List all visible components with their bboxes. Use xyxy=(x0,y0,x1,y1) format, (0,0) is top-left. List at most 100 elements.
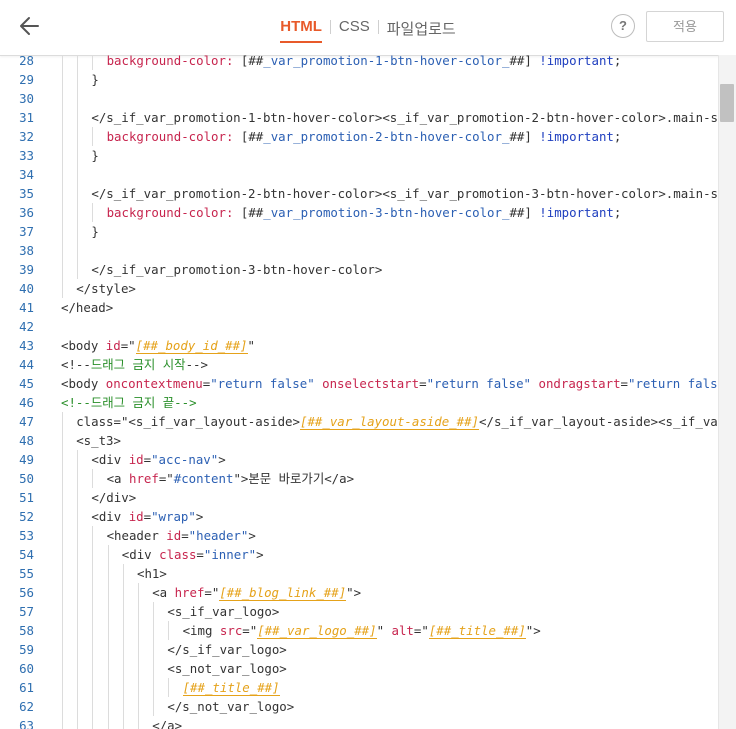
code-token: <div xyxy=(121,547,160,562)
code-token: "return fals xyxy=(628,376,718,391)
code-token: > xyxy=(256,547,264,562)
code-token: id xyxy=(166,528,182,543)
code-line: 47 class="<s_if_var_layout-aside>[##_var_… xyxy=(0,412,718,431)
code-token: =" xyxy=(204,585,220,600)
line-number: 58 xyxy=(19,623,34,638)
line-number: 42 xyxy=(19,319,34,334)
line-number: 33 xyxy=(19,148,34,163)
code-token: ##] xyxy=(509,129,540,144)
code-token: > xyxy=(195,509,204,524)
code-area[interactable]: 28 background-color: [##_var_promotion-1-… xyxy=(0,55,718,729)
code-token: href xyxy=(174,585,205,600)
code-text: <!--드래그 금지 끝--> xyxy=(61,393,197,412)
code-text: <s_if_var_logo> xyxy=(167,602,279,621)
scrollbar-thumb[interactable] xyxy=(720,84,734,122)
code-token: </s_not_var_logo> xyxy=(167,699,295,714)
code-token: class="<s_if_var_layout-aside> xyxy=(76,414,300,429)
code-token: <div xyxy=(91,509,129,524)
tab-divider xyxy=(377,20,379,34)
code-token: background-color: xyxy=(106,205,241,220)
code-token: [##_var_layout-aside_##] xyxy=(299,414,480,430)
code-token: alt xyxy=(391,623,414,638)
code-token: ; xyxy=(613,129,622,144)
code-token: = xyxy=(419,376,427,391)
code-line: 37} xyxy=(0,222,718,241)
code-line: 61 [##_title_##] xyxy=(0,678,718,697)
code-token: " xyxy=(376,623,392,638)
editor-header: HTML CSS 파일업로드 ? 적용 xyxy=(0,0,736,56)
code-token: ; xyxy=(613,205,622,220)
code-text: } xyxy=(91,70,98,89)
code-token: > xyxy=(248,528,256,543)
code-text: </s_if_var_logo> xyxy=(167,640,286,659)
code-line: 34 xyxy=(0,165,718,184)
code-token: --> xyxy=(185,357,208,372)
code-token: <!-- xyxy=(61,357,91,372)
code-line: 52 <div id="wrap"> xyxy=(0,507,718,526)
code-line: 44 <!--드래그 금지 시작--> xyxy=(0,355,718,374)
code-token: !important xyxy=(539,205,614,220)
help-icon[interactable]: ? xyxy=(611,14,635,38)
tab-file-upload[interactable]: 파일업로드 xyxy=(387,18,456,45)
code-line: 30 xyxy=(0,89,718,108)
code-token: <body xyxy=(61,376,106,391)
code-line: 53 <header id="header"> xyxy=(0,526,718,545)
code-token: ##] xyxy=(509,205,540,220)
code-token: <body xyxy=(61,338,106,353)
code-token: _var_promotion-3-btn-hover-color_ xyxy=(263,205,510,220)
code-line: 55 <h1> xyxy=(0,564,718,583)
code-line: 59 </s_if_var_logo> xyxy=(0,640,718,659)
code-token: "wrap" xyxy=(151,509,196,524)
code-text: </s_if_var_promotion-3-btn-hover-color> xyxy=(91,260,382,279)
code-text: background-color: [##_var_promotion-1-bt… xyxy=(107,55,622,70)
line-number: 43 xyxy=(19,338,34,353)
code-text: <a href="[##_blog_link_##]"> xyxy=(152,583,361,602)
code-token: "> xyxy=(346,585,362,600)
apply-button[interactable]: 적용 xyxy=(646,11,724,42)
line-number: 36 xyxy=(19,205,34,220)
code-line: 29} xyxy=(0,70,718,89)
line-number: 38 xyxy=(19,243,34,258)
code-line: 41 </head> xyxy=(0,298,718,317)
code-token: "return false" xyxy=(426,376,532,391)
code-text: background-color: [##_var_promotion-2-bt… xyxy=(107,127,622,146)
code-line: 63 </a> xyxy=(0,716,718,729)
line-number: 37 xyxy=(19,224,34,239)
code-line: 45 <body oncontextmenu="return false" ons… xyxy=(0,374,718,393)
code-token: </s_if_var_promotion-2-btn-hover-color><… xyxy=(91,186,718,201)
tab-css[interactable]: CSS xyxy=(339,18,370,41)
code-token: href xyxy=(128,471,159,486)
code-line: 56 <a href="[##_blog_link_##]"> xyxy=(0,583,718,602)
code-line: 57 <s_if_var_logo> xyxy=(0,602,718,621)
code-text: <h1> xyxy=(137,564,167,583)
code-token: </s_if_var_logo> xyxy=(167,642,287,657)
code-token: "acc-nav" xyxy=(151,452,219,467)
code-line: 28 background-color: [##_var_promotion-1-… xyxy=(0,55,718,70)
line-number: 30 xyxy=(19,91,34,106)
code-line: 38 xyxy=(0,241,718,260)
code-token: <s_if_var_logo> xyxy=(167,604,280,619)
code-text: <img src="[##_var_logo_##]" alt="[##_tit… xyxy=(183,621,541,640)
code-token: [##_title_##] xyxy=(428,623,526,639)
line-number: 61 xyxy=(19,680,34,695)
code-token: !important xyxy=(539,129,614,144)
code-token: _var_promotion-1-btn-hover-color_ xyxy=(263,55,510,68)
code-line: 31 </s_if_var_promotion-1-btn-hover-color… xyxy=(0,108,718,127)
code-token: ">본문 바로가기</a> xyxy=(233,471,355,486)
code-line: 60 <s_not_var_logo> xyxy=(0,659,718,678)
code-token: = xyxy=(196,547,204,562)
code-token: = xyxy=(143,509,152,524)
vertical-scrollbar[interactable] xyxy=(718,55,736,729)
code-text: </style> xyxy=(76,279,136,298)
line-number: 48 xyxy=(19,433,34,448)
code-token: id xyxy=(105,338,121,353)
code-text: <s_t3> xyxy=(76,431,121,450)
line-number: 40 xyxy=(19,281,34,296)
code-token: [##_body_id_##] xyxy=(135,338,248,354)
code-token: [##_blog_link_##] xyxy=(219,585,347,601)
code-text: background-color: [##_var_promotion-3-bt… xyxy=(107,203,622,222)
line-number: 46 xyxy=(19,395,34,410)
code-token: = xyxy=(620,376,629,391)
tab-html[interactable]: HTML xyxy=(280,18,322,43)
line-number: 35 xyxy=(19,186,34,201)
